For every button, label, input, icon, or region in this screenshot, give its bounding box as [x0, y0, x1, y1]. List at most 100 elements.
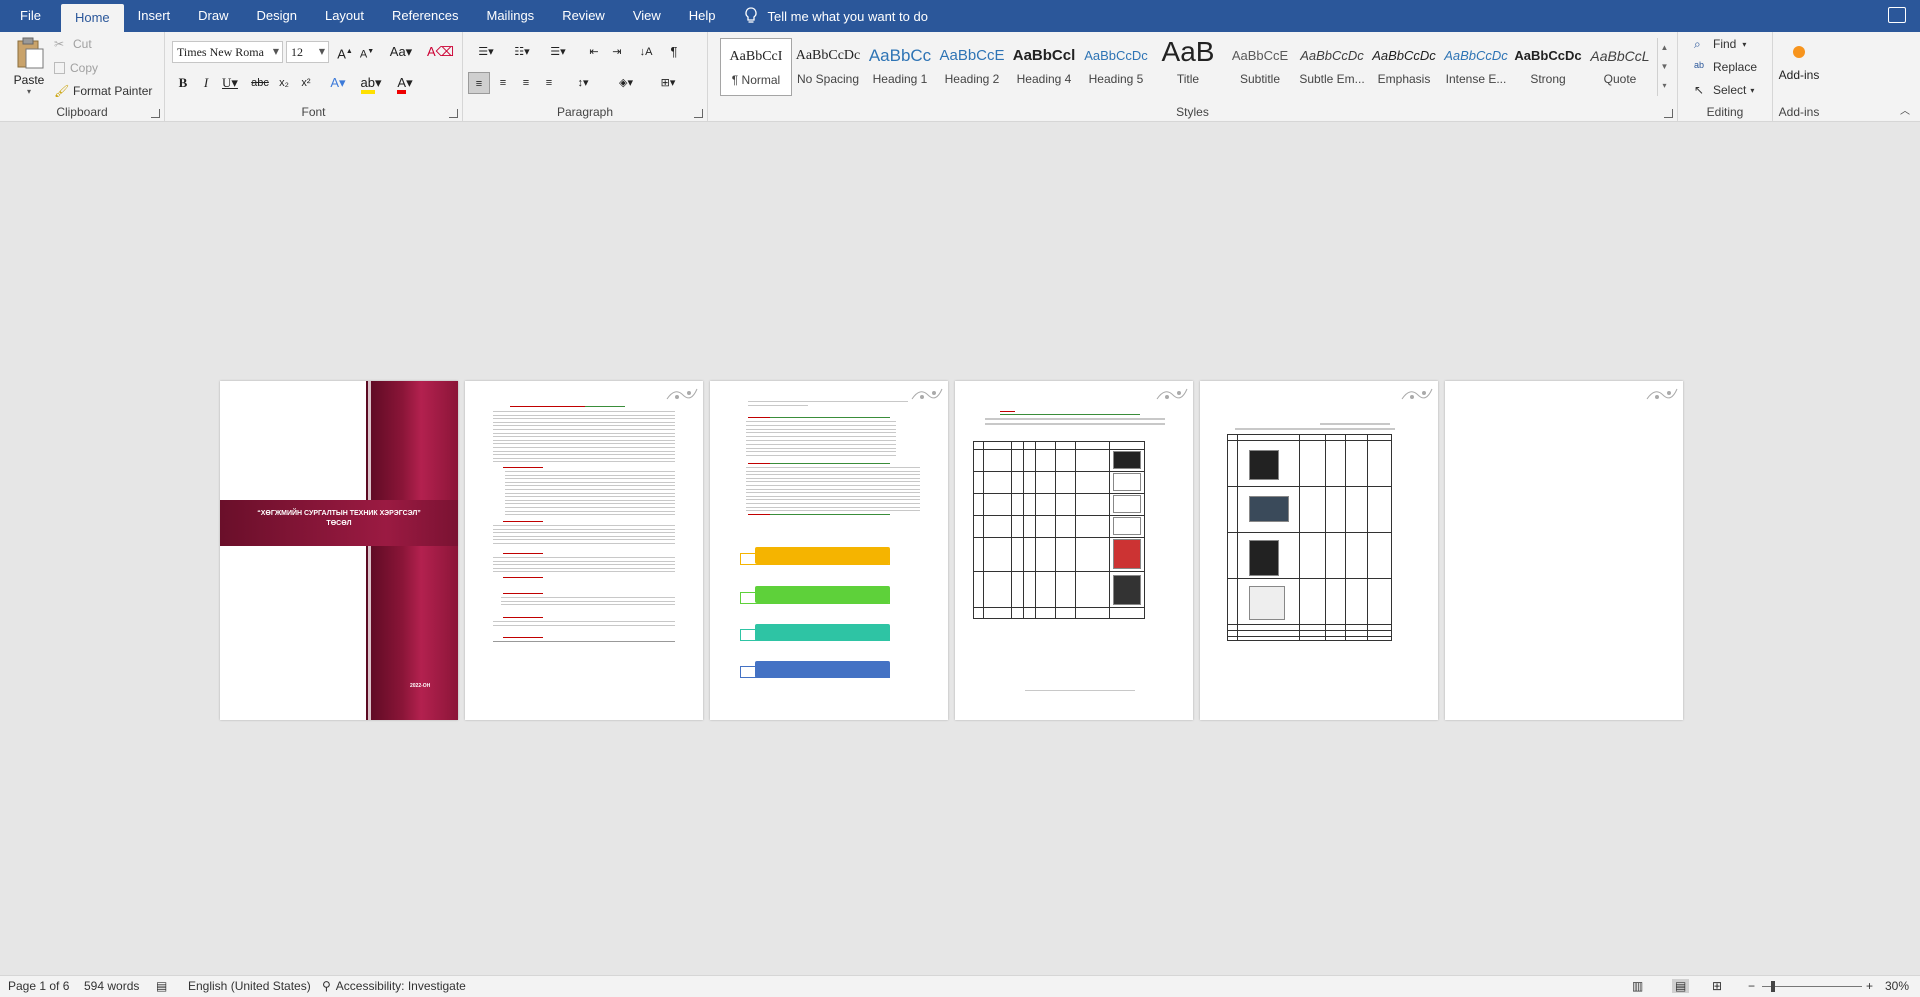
align-right-button[interactable]: ≡	[515, 72, 537, 94]
text-line	[501, 604, 675, 606]
more-styles-icon[interactable]: ▾	[1658, 76, 1671, 95]
decrease-indent-button[interactable]: ⇤	[583, 41, 605, 63]
tab-draw[interactable]: Draw	[184, 0, 242, 32]
style-heading-5[interactable]: AaBbCcDc Heading 5	[1080, 38, 1152, 96]
highlight-button[interactable]: ab▾	[356, 72, 386, 94]
bold-button[interactable]: B	[172, 72, 194, 94]
text-line	[746, 477, 920, 479]
dialog-launcher-icon[interactable]	[151, 109, 160, 118]
tab-layout[interactable]: Layout	[311, 0, 378, 32]
font-color-button[interactable]: A▾	[390, 72, 420, 94]
page-2[interactable]	[465, 381, 703, 720]
increase-indent-button[interactable]: ⇥	[606, 41, 628, 63]
page-count[interactable]: Page 1 of 6	[8, 979, 69, 993]
style-intense-e[interactable]: AaBbCcDc Intense E...	[1440, 38, 1512, 96]
style-heading-1[interactable]: AaBbCc Heading 1	[864, 38, 936, 96]
cover-year: 2022-ОН	[410, 683, 431, 689]
zoom-slider-thumb[interactable]	[1771, 981, 1775, 992]
format-painter-button[interactable]: 🖌 Format Painter	[54, 84, 152, 98]
page-6[interactable]	[1445, 381, 1683, 720]
page-3[interactable]	[710, 381, 948, 720]
print-layout-icon[interactable]: ▤	[1672, 979, 1690, 993]
word-count[interactable]: 594 words	[84, 979, 139, 993]
signature-line	[1025, 690, 1135, 691]
clear-formatting-button[interactable]: A⌫	[427, 41, 454, 63]
table-row-rule	[1227, 486, 1392, 487]
document-canvas[interactable]: “ХӨГЖМИЙН СУРГАЛТЫН ТЕХНИК ХЭРЭГСЭЛ” ТӨС…	[0, 122, 1920, 975]
style-heading-2[interactable]: AaBbCcE Heading 2	[936, 38, 1008, 96]
borders-button[interactable]: ⊞▾	[653, 72, 683, 94]
style-normal[interactable]: AaBbCcI ¶ Normal	[720, 38, 792, 96]
underline-button[interactable]: U▾	[217, 72, 243, 94]
page-1-cover[interactable]: “ХӨГЖМИЙН СУРГАЛТЫН ТЕХНИК ХЭРЭГСЭЛ” ТӨС…	[220, 381, 458, 720]
shrink-font-button[interactable]: A▼	[356, 41, 378, 63]
tab-file[interactable]: File	[0, 0, 61, 32]
tab-references[interactable]: References	[378, 0, 472, 32]
chevron-down-icon[interactable]: ▼	[1658, 57, 1671, 76]
bullets-button[interactable]: ☰▾	[471, 41, 501, 63]
zoom-slider-track[interactable]	[1762, 986, 1862, 987]
paste-button[interactable]: Paste ▾	[10, 36, 48, 96]
tab-review[interactable]: Review	[548, 0, 619, 32]
dialog-launcher-icon[interactable]	[449, 109, 458, 118]
web-layout-icon[interactable]: ⊞	[1712, 979, 1722, 993]
dialog-launcher-icon[interactable]	[694, 109, 703, 118]
page-4[interactable]	[955, 381, 1193, 720]
select-button[interactable]: ↖ Select ▾	[1694, 83, 1754, 97]
show-formatting-marks-button[interactable]: ¶	[663, 41, 685, 63]
cut-button[interactable]: ✂ Cut	[54, 37, 92, 51]
sort-button[interactable]: ↓A	[635, 41, 657, 63]
zoom-level[interactable]: 30%	[1885, 979, 1909, 993]
font-name-combo[interactable]: Times New Roma ▼	[172, 41, 283, 63]
style-subtitle[interactable]: AaBbCcE Subtitle	[1224, 38, 1296, 96]
style-heading-4[interactable]: AaBbCcl Heading 4	[1008, 38, 1080, 96]
replace-button[interactable]: ab Replace	[1694, 60, 1757, 74]
numbering-button[interactable]: ☷▾	[507, 41, 537, 63]
style-title[interactable]: AaB Title	[1152, 38, 1224, 96]
line-spacing-button[interactable]: ↕▾	[568, 72, 598, 94]
style-subtle-em[interactable]: AaBbCcDc Subtle Em...	[1296, 38, 1368, 96]
text-line	[493, 432, 675, 434]
style-quote[interactable]: AaBbCcL Quote	[1584, 38, 1656, 96]
strikethrough-button[interactable]: abc	[247, 72, 273, 94]
subscript-button[interactable]: x₂	[273, 72, 295, 94]
font-size-combo[interactable]: 12 ▼	[286, 41, 329, 63]
tab-insert[interactable]: Insert	[124, 0, 185, 32]
chevron-up-icon[interactable]: ▲	[1658, 38, 1671, 57]
collapse-ribbon-icon[interactable]: ︿	[1900, 102, 1910, 117]
tab-help[interactable]: Help	[675, 0, 730, 32]
zoom-in-button[interactable]: +	[1866, 979, 1873, 993]
tell-me-search[interactable]: Tell me what you want to do	[744, 7, 928, 25]
tab-view[interactable]: View	[619, 0, 675, 32]
style-emphasis[interactable]: AaBbCcDc Emphasis	[1368, 38, 1440, 96]
shading-button[interactable]: ◈▾	[611, 72, 641, 94]
copy-button[interactable]: Copy	[54, 61, 98, 75]
accessibility-status[interactable]: ⚲ Accessibility: Investigate	[322, 979, 466, 993]
italic-button[interactable]: I	[195, 72, 217, 94]
change-case-button[interactable]: Aa▾	[386, 41, 416, 63]
zoom-out-button[interactable]: −	[1748, 979, 1755, 993]
read-mode-icon[interactable]: ▥	[1632, 979, 1643, 993]
find-button[interactable]: ⌕ Find ▾	[1694, 37, 1746, 51]
page-5[interactable]	[1200, 381, 1438, 720]
addins-button[interactable]: Add-ins	[1773, 42, 1825, 82]
dialog-launcher-icon[interactable]	[1664, 109, 1673, 118]
equipment-photo	[1249, 586, 1285, 620]
tab-home[interactable]: Home	[60, 4, 124, 32]
align-left-button[interactable]: ≡	[468, 72, 490, 94]
text-line	[493, 411, 675, 412]
proofing-icon[interactable]: ▤	[156, 979, 167, 993]
tab-mailings[interactable]: Mailings	[473, 0, 549, 32]
gallery-scroll[interactable]: ▲ ▼ ▾	[1657, 38, 1671, 96]
tab-design[interactable]: Design	[243, 0, 311, 32]
style-strong[interactable]: AaBbCcDc Strong	[1512, 38, 1584, 96]
multilevel-list-button[interactable]: ☰▾	[543, 41, 573, 63]
text-effects-button[interactable]: A▾	[325, 72, 351, 94]
comments-icon[interactable]	[1888, 7, 1906, 23]
style-no-spacing[interactable]: AaBbCcDc No Spacing	[792, 38, 864, 96]
language[interactable]: English (United States)	[188, 979, 311, 993]
align-center-button[interactable]: ≡	[492, 72, 514, 94]
grow-font-button[interactable]: A▲	[334, 41, 356, 63]
superscript-button[interactable]: x²	[295, 72, 317, 94]
justify-button[interactable]: ≡	[538, 72, 560, 94]
